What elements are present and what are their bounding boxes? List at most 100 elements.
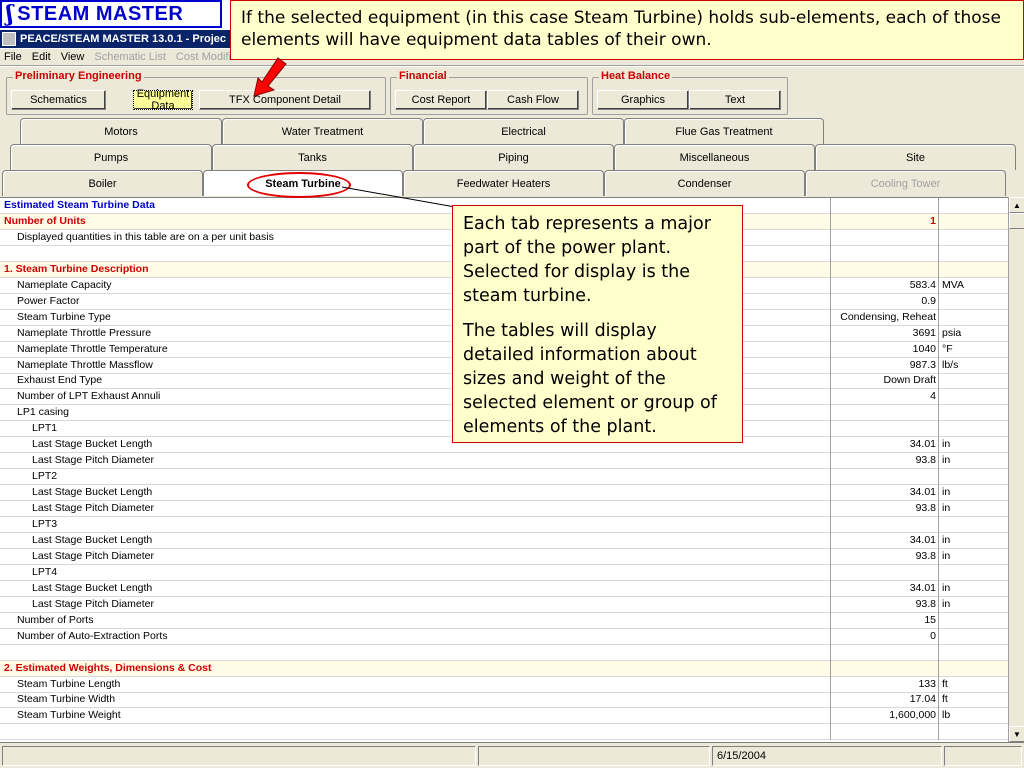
table-row[interactable]: Last Stage Pitch Diameter 93.8 in [0, 548, 1008, 565]
tab-tanks[interactable]: Tanks [212, 144, 413, 170]
row-unit [938, 229, 1008, 246]
row-label: Last Stage Bucket Length [32, 486, 153, 499]
table-row[interactable]: Last Stage Bucket Length 34.01 in [0, 532, 1008, 549]
table-row[interactable] [0, 644, 1008, 661]
tab-pumps[interactable]: Pumps [10, 144, 212, 170]
row-unit [938, 261, 1008, 278]
table-row[interactable]: Number of Ports 15 [0, 612, 1008, 629]
tab-motors[interactable]: Motors [20, 118, 222, 144]
schematics-button[interactable]: Schematics [11, 90, 106, 110]
tab-water-treatment[interactable]: Water Treatment [222, 118, 423, 144]
row-unit [938, 213, 1008, 230]
table-row[interactable]: Last Stage Bucket Length 34.01 in [0, 485, 1008, 502]
row-value[interactable] [830, 564, 938, 581]
graphics-button[interactable]: Graphics [597, 90, 689, 110]
red-arrow-icon [253, 57, 287, 97]
scroll-thumb[interactable] [1009, 213, 1024, 229]
cost-report-button[interactable]: Cost Report [395, 90, 487, 110]
menu-schematic-list[interactable]: Schematic List [94, 51, 166, 63]
toolbar-area: Preliminary Engineering Schematics Equip… [0, 67, 1024, 117]
menu-edit[interactable]: Edit [32, 51, 51, 63]
table-row[interactable]: Last Stage Pitch Diameter 93.8 in [0, 596, 1008, 613]
row-value[interactable]: 1,600,000 [830, 708, 938, 725]
row-unit [938, 421, 1008, 438]
side-callout: Each tab represents a major part of the … [452, 205, 743, 443]
row-value[interactable]: 3691 [830, 325, 938, 342]
table-row[interactable]: 2. Estimated Weights, Dimensions & Cost [0, 660, 1008, 677]
row-value[interactable]: 0.9 [830, 293, 938, 310]
row-label: Steam Turbine Type [17, 310, 111, 323]
row-value[interactable]: 34.01 [830, 580, 938, 597]
row-value[interactable]: 93.8 [830, 501, 938, 518]
row-value[interactable] [830, 198, 938, 214]
row-value[interactable] [830, 261, 938, 278]
table-row[interactable]: Steam Turbine Width 17.04 ft [0, 692, 1008, 709]
menu-file[interactable]: File [4, 51, 22, 63]
tab-piping[interactable]: Piping [413, 144, 614, 170]
status-pane-2 [478, 746, 710, 766]
row-unit: ft [938, 692, 1008, 709]
row-value[interactable]: 34.01 [830, 532, 938, 549]
status-date: 6/15/2004 [712, 746, 942, 766]
equipment-data-button[interactable]: Equipment Data [133, 88, 193, 112]
table-row[interactable]: Last Stage Pitch Diameter 93.8 in [0, 501, 1008, 518]
row-value[interactable]: 133 [830, 676, 938, 693]
row-value[interactable]: 1040 [830, 341, 938, 358]
table-row[interactable]: Number of Auto-Extraction Ports 0 [0, 628, 1008, 645]
text-button[interactable]: Text [689, 90, 781, 110]
row-value[interactable] [830, 469, 938, 486]
row-value[interactable]: 93.8 [830, 596, 938, 613]
table-row[interactable] [0, 724, 1008, 741]
row-value[interactable]: Condensing, Reheat [830, 309, 938, 326]
table-row[interactable]: Last Stage Bucket Length 34.01 in [0, 580, 1008, 597]
row-value[interactable]: 4 [830, 389, 938, 406]
row-value[interactable]: 15 [830, 612, 938, 629]
table-row[interactable]: LPT3 [0, 517, 1008, 533]
menu-view[interactable]: View [61, 51, 85, 63]
row-value[interactable]: 34.01 [830, 437, 938, 454]
row-value[interactable]: 93.8 [830, 453, 938, 470]
table-row[interactable]: LPT4 [0, 564, 1008, 581]
row-label: Number of Auto-Extraction Ports [17, 629, 168, 642]
row-value[interactable] [830, 724, 938, 741]
tab-miscellaneous[interactable]: Miscellaneous [614, 144, 815, 170]
row-value[interactable] [830, 245, 938, 262]
row-label: LPT3 [32, 518, 58, 530]
row-value[interactable]: 34.01 [830, 485, 938, 502]
tab-condenser[interactable]: Condenser [604, 170, 805, 196]
scroll-up-icon[interactable]: ▲ [1009, 197, 1024, 213]
tab-electrical[interactable]: Electrical [423, 118, 624, 144]
row-label: 1. Steam Turbine Description [4, 262, 149, 275]
table-row[interactable]: LPT2 [0, 469, 1008, 486]
tab-flue-gas-treatment[interactable]: Flue Gas Treatment [624, 118, 824, 144]
row-value[interactable] [830, 421, 938, 438]
tab-boiler[interactable]: Boiler [2, 170, 203, 196]
row-value[interactable] [830, 229, 938, 246]
row-value[interactable]: 1 [830, 213, 938, 230]
row-label: Steam Turbine Weight [17, 709, 121, 722]
table-row[interactable]: Steam Turbine Length 133 ft [0, 676, 1008, 693]
row-value[interactable]: 583.4 [830, 277, 938, 294]
row-value[interactable]: Down Draft [830, 373, 938, 390]
row-value[interactable]: 17.04 [830, 692, 938, 709]
vertical-scrollbar[interactable]: ▲ ▼ [1008, 197, 1024, 742]
row-value[interactable]: 0 [830, 628, 938, 645]
row-value[interactable]: 987.3 [830, 357, 938, 374]
scroll-down-icon[interactable]: ▼ [1009, 726, 1024, 742]
row-label: Displayed quantities in this table are o… [17, 230, 274, 243]
row-label: Last Stage Bucket Length [32, 581, 153, 594]
row-value[interactable] [830, 660, 938, 677]
cash-flow-button[interactable]: Cash Flow [487, 90, 579, 110]
row-value[interactable]: 93.8 [830, 548, 938, 565]
row-unit [938, 564, 1008, 581]
row-label: LPT1 [32, 422, 58, 435]
row-value[interactable] [830, 644, 938, 661]
row-label: Exhaust End Type [17, 374, 103, 387]
table-row[interactable]: Last Stage Pitch Diameter 93.8 in [0, 453, 1008, 470]
row-label: Last Stage Pitch Diameter [32, 454, 154, 467]
row-value[interactable] [830, 405, 938, 422]
table-row[interactable]: Steam Turbine Weight 1,600,000 lb [0, 708, 1008, 725]
tab-site[interactable]: Site [815, 144, 1016, 170]
tab-cooling-tower[interactable]: Cooling Tower [805, 170, 1006, 196]
row-value[interactable] [830, 517, 938, 533]
